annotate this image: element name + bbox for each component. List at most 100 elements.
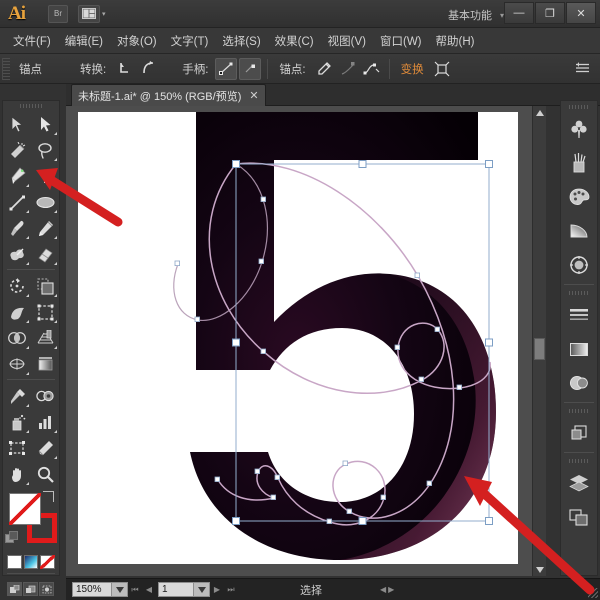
draw-behind-mode[interactable] (23, 582, 38, 596)
ellipse-tool-icon[interactable] (31, 189, 59, 215)
appearance-panel-icon[interactable] (561, 366, 597, 400)
artboard-number-input[interactable]: 1 (158, 582, 194, 597)
minimize-button[interactable]: — (504, 2, 534, 24)
maximize-button[interactable]: ❐ (535, 2, 565, 24)
rotate-tool-icon[interactable] (3, 273, 31, 299)
last-artboard-button[interactable]: ⏭ (224, 582, 238, 597)
anchor-connect-icon[interactable] (361, 58, 383, 80)
handles-show-icon[interactable] (215, 57, 238, 80)
vertical-scrollbar-thumb[interactable] (534, 338, 545, 360)
scroll-up-icon[interactable] (533, 106, 546, 119)
warp-tool-icon[interactable] (3, 299, 31, 325)
swap-fill-stroke-icon[interactable] (43, 491, 54, 502)
gradient-panel-icon[interactable] (561, 214, 597, 248)
handles-hide-icon[interactable] (239, 57, 262, 80)
prev-artboard-button[interactable]: ◀ (142, 582, 156, 597)
next-artboard-button[interactable]: ▶ (210, 582, 224, 597)
hand-tool-icon[interactable] (3, 461, 31, 487)
draw-normal-mode[interactable] (7, 582, 22, 596)
gradient-swatch[interactable] (23, 555, 39, 569)
anchor-remove-icon[interactable] (337, 58, 359, 80)
control-bar-grip[interactable] (2, 57, 10, 80)
bridge-button[interactable]: Br (48, 4, 68, 23)
document-tab[interactable]: 未标题-1.ai* @ 150% (RGB/预览) ✕ (71, 84, 266, 106)
transparency-panel-icon[interactable] (561, 416, 597, 450)
free-transform-tool-icon[interactable] (31, 299, 59, 325)
anchor-cut-path-icon[interactable] (313, 58, 335, 80)
menu-help[interactable]: 帮助(H) (429, 30, 482, 52)
none-swatch[interactable] (40, 555, 56, 569)
panel-group-grip-3[interactable] (561, 405, 597, 416)
layers-panel-icon[interactable] (561, 466, 597, 500)
artboard-caret-icon[interactable] (194, 582, 210, 597)
line-segment-tool-icon[interactable] (3, 189, 31, 215)
convert-to-smooth-icon[interactable] (137, 58, 159, 80)
arrange-documents-button[interactable] (78, 4, 100, 23)
mesh-tool-icon[interactable] (3, 351, 31, 377)
draw-inside-mode[interactable] (39, 582, 54, 596)
panel-group-grip-2[interactable] (561, 287, 597, 298)
isolate-object-icon[interactable] (431, 58, 453, 80)
status-nav-right-icon[interactable]: ▶ (388, 585, 394, 594)
selection-tool-icon[interactable] (3, 111, 31, 137)
symbol-sprayer-tool-icon[interactable] (3, 409, 31, 435)
magic-wand-tool-icon[interactable] (3, 137, 31, 163)
convert-to-corner-icon[interactable] (113, 58, 135, 80)
menu-window[interactable]: 窗口(W) (373, 30, 429, 52)
color-swatch[interactable] (7, 555, 22, 569)
gradient-fill-panel-icon[interactable] (561, 332, 597, 366)
eyedropper-tool-icon[interactable] (3, 383, 31, 409)
pen-tool-icon[interactable] (3, 163, 31, 189)
menu-file[interactable]: 文件(F) (6, 30, 58, 52)
eraser-tool-icon[interactable] (31, 241, 59, 267)
gradient-tool-icon[interactable] (31, 351, 59, 377)
zoom-level-input[interactable]: 150% (72, 582, 112, 597)
workspace-switcher-label[interactable]: 基本功能 (448, 7, 492, 23)
first-artboard-button[interactable]: ⏮ (128, 582, 142, 597)
panel-group-grip-4[interactable] (561, 455, 597, 466)
scale-tool-icon[interactable] (31, 273, 59, 299)
tools-panel-grip[interactable] (3, 101, 59, 111)
artwork-svg[interactable] (78, 112, 518, 564)
close-button[interactable]: ✕ (566, 2, 596, 24)
color-panel-icon[interactable] (561, 180, 597, 214)
lasso-tool-icon[interactable] (31, 137, 59, 163)
default-fill-stroke-icon[interactable] (5, 531, 18, 544)
column-graph-tool-icon[interactable] (31, 409, 59, 435)
menu-effect[interactable]: 效果(C) (268, 30, 321, 52)
status-text[interactable]: 选择 (300, 582, 322, 598)
control-panel-menu-icon[interactable] (574, 59, 592, 77)
menu-edit[interactable]: 编辑(E) (58, 30, 110, 52)
shape-builder-tool-icon[interactable] (3, 325, 31, 351)
blob-brush-tool-icon[interactable] (3, 241, 31, 267)
slice-tool-icon[interactable] (31, 435, 59, 461)
panel-dock-grip[interactable] (561, 101, 597, 112)
zoom-tool-icon[interactable] (31, 461, 59, 487)
color-guide-panel-icon[interactable] (561, 248, 597, 282)
document-tab-close-icon[interactable]: ✕ (249, 89, 258, 102)
menu-view[interactable]: 视图(V) (321, 30, 373, 52)
symbols-panel-icon[interactable] (561, 112, 597, 146)
menu-type[interactable]: 文字(T) (164, 30, 216, 52)
stroke-panel-icon[interactable] (561, 298, 597, 332)
vertical-scrollbar[interactable] (532, 106, 546, 576)
menu-select[interactable]: 选择(S) (215, 30, 267, 52)
blend-tool-icon[interactable] (31, 383, 59, 409)
pencil-tool-icon[interactable] (31, 215, 59, 241)
type-tool-icon[interactable] (31, 163, 59, 189)
status-nav-left-icon[interactable]: ◀ (380, 585, 386, 594)
brushes-panel-icon[interactable] (561, 146, 597, 180)
zoom-level-caret-icon[interactable] (112, 582, 128, 597)
resize-grip[interactable] (588, 588, 598, 598)
fill-swatch[interactable] (9, 493, 41, 525)
scroll-down-icon[interactable] (533, 563, 546, 576)
menu-object[interactable]: 对象(O) (110, 30, 164, 52)
transform-label[interactable]: 变换 (395, 61, 430, 77)
perspective-grid-tool-icon[interactable] (31, 325, 59, 351)
arrange-caret-icon[interactable]: ▾ (102, 10, 106, 18)
direct-selection-tool-icon[interactable] (31, 111, 59, 137)
artboard[interactable] (78, 112, 518, 564)
artboards-panel-icon[interactable] (561, 500, 597, 534)
paintbrush-tool-icon[interactable] (3, 215, 31, 241)
artboard-tool-icon[interactable] (3, 435, 31, 461)
